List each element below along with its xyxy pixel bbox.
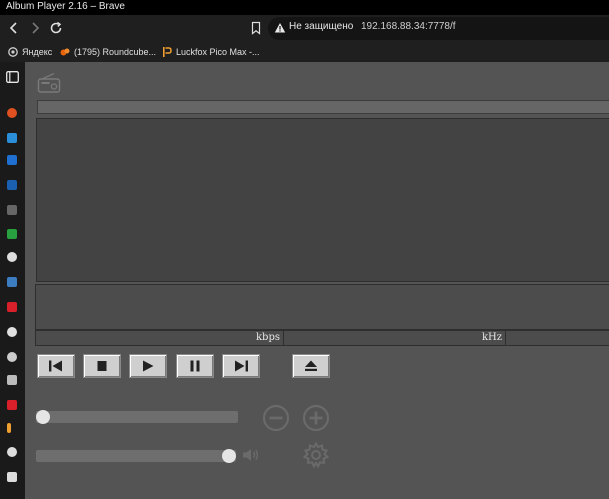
bookmark-roundcube[interactable]: (1795) Roundcube...	[60, 45, 156, 59]
yandex-icon	[8, 47, 18, 57]
sidebar-app-icon[interactable]	[7, 180, 17, 190]
url-text[interactable]: 192.168.88.34:7778/f	[361, 21, 456, 32]
sidebar-app-icon[interactable]	[7, 472, 17, 482]
pause-button[interactable]	[176, 354, 214, 378]
window-titlebar: Album Player 2.16 – Brave	[0, 0, 609, 15]
bookmark-luckfox[interactable]: Luckfox Pico Max -...	[162, 45, 260, 59]
browser-sidebar	[0, 62, 25, 499]
settings-gear-icon[interactable]	[302, 441, 330, 469]
skip-next-icon	[235, 360, 248, 372]
warning-icon[interactable]	[274, 22, 286, 34]
play-icon	[143, 360, 154, 372]
progress-slider[interactable]	[36, 410, 238, 424]
bitrate-cell: kbps	[36, 331, 284, 345]
bookmark-yandex[interactable]: Яндекс	[8, 45, 52, 59]
bitrate-unit: kbps	[256, 332, 280, 343]
luckfox-icon	[163, 47, 172, 57]
bookmarks-bar: Яндекс (1795) Roundcube... Luckfox Pico …	[0, 42, 609, 62]
roundcube-icon	[60, 48, 70, 56]
stop-icon	[97, 361, 107, 371]
sidebar-app-icon[interactable]	[7, 400, 17, 410]
sidebar-app-icon[interactable]	[7, 252, 17, 262]
skip-previous-icon	[49, 360, 62, 372]
reload-icon[interactable]	[48, 20, 64, 36]
volume-handle[interactable]	[222, 449, 236, 463]
sidebar-app-icon[interactable]	[7, 133, 17, 143]
sidebar-app-icon[interactable]	[7, 277, 17, 287]
bookmark-label: Яндекс	[22, 47, 53, 57]
sidebar-app-icon[interactable]	[7, 155, 17, 165]
track-info-area	[35, 284, 609, 330]
volume-slider[interactable]	[36, 449, 236, 463]
sidebar-app-icon[interactable]	[7, 327, 17, 337]
eject-button[interactable]	[292, 354, 330, 378]
sidebar-app-icon[interactable]	[7, 447, 17, 457]
previous-button[interactable]	[37, 354, 75, 378]
forward-icon[interactable]	[27, 20, 43, 36]
stop-button[interactable]	[83, 354, 121, 378]
samplerate-unit: kHz	[481, 332, 502, 343]
album-player: kbps kHz	[25, 62, 609, 499]
sidebar-app-icon[interactable]	[7, 352, 17, 362]
bookmark-icon[interactable]	[249, 21, 263, 35]
progress-handle[interactable]	[36, 410, 50, 424]
samplerate-cell: kHz	[284, 331, 506, 345]
stream-info-bar: kbps kHz	[35, 330, 609, 346]
speaker-icon[interactable]	[241, 446, 261, 464]
play-button[interactable]	[129, 354, 167, 378]
eject-icon	[305, 360, 317, 371]
sidebar-toggle-icon[interactable]	[6, 71, 19, 83]
next-button[interactable]	[222, 354, 260, 378]
security-label[interactable]: Не защищено	[289, 21, 353, 32]
sidebar-app-icon[interactable]	[7, 205, 17, 215]
sidebar-app-icon[interactable]	[7, 375, 17, 385]
plus-circle-icon[interactable]	[302, 404, 330, 432]
track-title-bar	[37, 100, 609, 114]
window-title: Album Player 2.16 – Brave	[6, 1, 125, 12]
sidebar-app-icon[interactable]	[7, 108, 17, 118]
bookmark-label: (1795) Roundcube...	[74, 47, 157, 57]
address-bar[interactable]: Не защищено 192.168.88.34:7778/f	[251, 17, 609, 40]
back-icon[interactable]	[6, 20, 22, 36]
pause-icon	[190, 360, 200, 372]
minus-circle-icon[interactable]	[262, 404, 290, 432]
album-art-area	[36, 118, 609, 282]
bookmark-label: Luckfox Pico Max -...	[176, 47, 260, 57]
sidebar-app-icon[interactable]	[7, 302, 17, 312]
sidebar-app-icon[interactable]	[7, 229, 17, 239]
radio-icon[interactable]	[37, 72, 61, 94]
sidebar-app-icon[interactable]	[7, 423, 11, 433]
